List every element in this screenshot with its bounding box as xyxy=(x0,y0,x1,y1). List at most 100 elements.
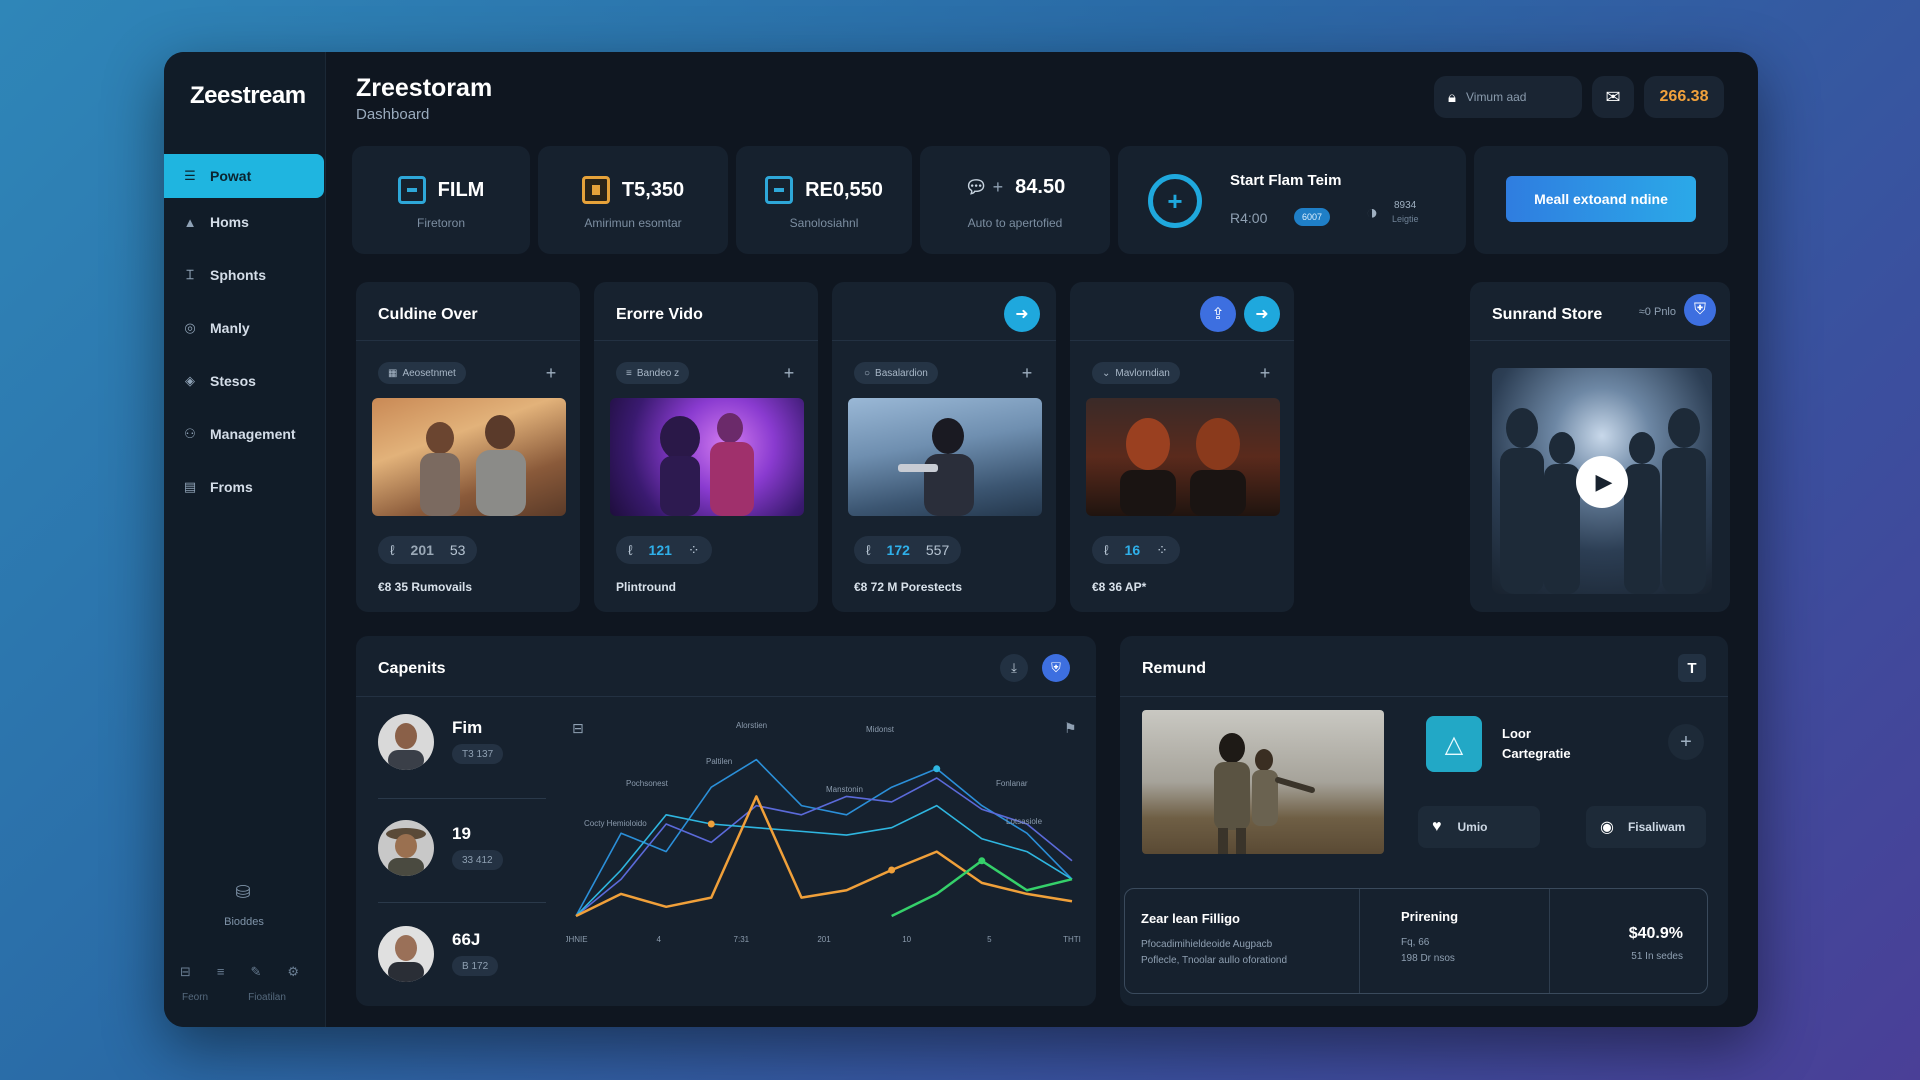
views-icon: ℓ xyxy=(1104,542,1109,558)
mail-icon[interactable]: ✉ xyxy=(1592,76,1634,118)
media-card-3[interactable]: ➜ ○ Basalardion + ℓ 172 557 €8 72 M Pores… xyxy=(832,282,1056,612)
delta-icon[interactable]: △ xyxy=(1426,716,1482,772)
media-thumbnail[interactable] xyxy=(1086,398,1280,516)
chevron-down-icon: ⌄ xyxy=(1102,367,1111,379)
sidebar-item-froms[interactable]: ▤ Froms xyxy=(164,465,324,509)
media-card-1[interactable]: Culdine Over ▦ Aeosetnmet + ℓ 201 53 €8 3… xyxy=(356,282,580,612)
media-card-title: Erorre Vido xyxy=(616,306,703,323)
item-title: Loor xyxy=(1502,726,1531,741)
media-footer: €8 72 M Porestects xyxy=(854,580,963,594)
divider xyxy=(378,798,546,799)
settings-icon[interactable]: ⚙ xyxy=(287,964,299,980)
next-icon[interactable]: ➜ xyxy=(1244,296,1280,332)
stream-time: R4:00 xyxy=(1230,210,1268,226)
add-icon[interactable]: + xyxy=(778,362,800,384)
media-thumbnail[interactable] xyxy=(610,398,804,516)
footer-label-feorn[interactable]: Feorn xyxy=(182,992,208,1003)
divider xyxy=(594,340,818,341)
media-thumbnail[interactable] xyxy=(372,398,566,516)
table-col1-text-2: Poflecle, Tnoolar aullo oforationd xyxy=(1141,955,1288,966)
stream-card[interactable]: + Start Flam Teim R4:00 6007 ◑ 8934 Leig… xyxy=(1118,146,1466,254)
add-icon[interactable]: + xyxy=(540,362,562,384)
add-icon[interactable]: + xyxy=(1016,362,1038,384)
media-tag[interactable]: ≡ Bandeo z xyxy=(616,362,690,384)
person-row-3[interactable]: 66J B 172 xyxy=(378,926,578,1006)
stat-card-tickets[interactable]: T5,350 Amirimun esomtar xyxy=(538,146,728,254)
search-placeholder: Vimum aad xyxy=(1465,90,1527,104)
media-card-4[interactable]: ⇪ ➜ ⌄ Mavlorndian + ℓ 16 ⁘ €8 36 AP* xyxy=(1070,282,1294,612)
footer-label-fioatilan[interactable]: Fioatilan xyxy=(248,992,286,1003)
shield-icon[interactable]: ⛨ xyxy=(1684,294,1716,326)
edit-icon[interactable]: ✎ xyxy=(251,964,262,980)
next-icon[interactable]: ➜ xyxy=(1004,296,1040,332)
person-badge: B 172 xyxy=(452,956,499,976)
media-tag-label: Bandeo z xyxy=(636,367,680,379)
brand-logo: Zeestream xyxy=(190,82,306,109)
media-count-b: 53 xyxy=(449,542,466,558)
bolt-icon: ◑ xyxy=(1366,202,1379,224)
play-button[interactable]: ▶ xyxy=(1576,456,1628,508)
x-tick-label: 7:31 xyxy=(734,935,750,944)
data-point[interactable] xyxy=(707,820,715,828)
text-icon[interactable]: T xyxy=(1678,654,1706,682)
heart-icon: ♥ xyxy=(1432,818,1442,835)
x-tick-label: 10 xyxy=(902,935,911,944)
sidebar-item-stesos[interactable]: ◈ Stesos xyxy=(164,359,324,403)
download-icon[interactable]: ⤓ xyxy=(1000,654,1028,682)
sidebar-item-management[interactable]: ⚇ Management xyxy=(164,412,324,456)
balance-badge[interactable]: 266.38 xyxy=(1644,76,1724,118)
follow-label: Fisaliwam xyxy=(1627,820,1686,834)
media-tag[interactable]: ○ Basalardion xyxy=(854,362,938,384)
figures-image xyxy=(898,418,974,516)
list-icon[interactable]: ≡ xyxy=(217,964,225,980)
follow-button[interactable]: ◉ Fisaliwam xyxy=(1586,806,1706,848)
media-tag[interactable]: ▦ Aeosetnmet xyxy=(378,362,466,384)
cta-button[interactable]: Meall extoand ndine xyxy=(1506,176,1696,222)
data-point[interactable] xyxy=(933,765,941,773)
stat-card-chat[interactable]: 💬︎ + 84.50 Auto to apertofied xyxy=(920,146,1110,254)
sidebar-item-sphonts[interactable]: ⌶ Sphonts xyxy=(164,253,324,297)
media-footer: Plintround xyxy=(616,580,676,594)
page-subtitle: Dashboard xyxy=(356,106,430,123)
cta-card: Meall extoand ndine xyxy=(1474,146,1728,254)
data-point[interactable] xyxy=(888,866,896,874)
series-line-2 xyxy=(575,777,1073,917)
grid-icon: ⁘ xyxy=(687,541,700,558)
sidebar-item-powat[interactable]: ☰ Powat xyxy=(164,154,324,198)
media-thumbnail[interactable] xyxy=(848,398,1042,516)
like-button[interactable]: ♥ Umio xyxy=(1418,806,1540,848)
figures-image xyxy=(420,415,526,516)
person-row-1[interactable]: Fim T3 137 xyxy=(378,714,578,794)
shield-icon[interactable]: ⛨ xyxy=(1042,654,1070,682)
add-icon[interactable]: + xyxy=(1668,724,1704,760)
remund-image[interactable] xyxy=(1142,710,1384,854)
media-tag[interactable]: ⌄ Mavlorndian xyxy=(1092,362,1180,384)
chat-icon: 💬︎ + xyxy=(964,177,1004,197)
add-icon[interactable]: + xyxy=(1254,362,1276,384)
stat-card-film[interactable]: FILM Firetoron xyxy=(352,146,530,254)
sidebar-item-manly[interactable]: ◎ Manly xyxy=(164,306,324,350)
sidebar-item-label: Froms xyxy=(210,479,253,495)
stack-icon: ☰ xyxy=(184,168,196,183)
media-card-2[interactable]: Erorre Vido ≡ Bandeo z + ℓ 121 ⁘ Plintrou… xyxy=(594,282,818,612)
share-icon[interactable]: ⇪ xyxy=(1200,296,1236,332)
featured-video[interactable]: ▶ xyxy=(1492,368,1712,594)
sidebar-item-homs[interactable]: ▲ Homs xyxy=(164,200,324,244)
table-divider xyxy=(1359,889,1360,993)
media-stats: ℓ 201 53 xyxy=(378,536,478,564)
data-point[interactable] xyxy=(978,857,986,865)
person-row-2[interactable]: 19 33 412 xyxy=(378,820,578,900)
bucket-icon[interactable]: ⛁ xyxy=(229,882,257,910)
series-line-3 xyxy=(575,804,1073,917)
sidebar-item-label: Sphonts xyxy=(210,267,266,283)
grid-icon: ⁘ xyxy=(1156,541,1168,558)
sidebar-item-label: Powat xyxy=(210,168,252,184)
sidebar: Zeestream ☰ Powat ▲ Homs ⌶ Sphonts ◎ Man… xyxy=(164,52,326,1027)
views-icon: ℓ xyxy=(866,542,871,558)
add-stream-icon[interactable]: + xyxy=(1148,174,1202,228)
stat-card-revenue[interactable]: RE0,550 Sanolosiahnl xyxy=(736,146,912,254)
search-field[interactable]: 🔒︎ Vimum aad xyxy=(1434,76,1582,118)
inbox-icon[interactable]: ⊟ xyxy=(180,964,191,980)
x-tick-label: 4 xyxy=(656,935,661,944)
media-footer: €8 35 Rumovails xyxy=(378,580,473,594)
